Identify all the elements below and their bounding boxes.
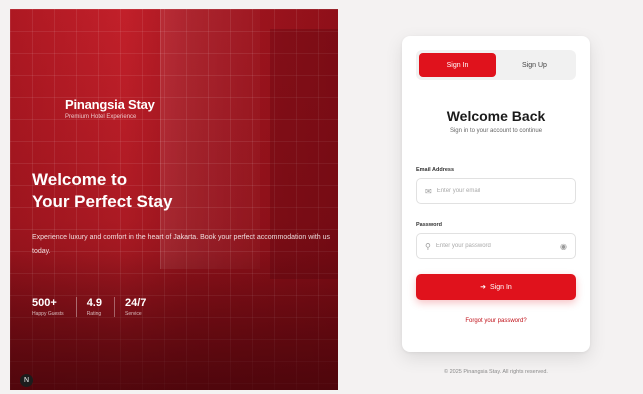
tab-sign-up[interactable]: Sign Up xyxy=(496,53,573,77)
hero-description: Experience luxury and comfort in the hea… xyxy=(32,234,331,255)
lock-icon: ⚲ xyxy=(425,241,431,251)
auth-title: Welcome Back xyxy=(446,108,546,124)
password-input[interactable] xyxy=(435,243,561,249)
building-tower xyxy=(160,9,260,269)
forgot-password-link[interactable]: Forgot your password? xyxy=(402,318,590,324)
brand-name: Pinangsia Stay xyxy=(65,97,155,112)
tab-sign-in[interactable]: Sign In xyxy=(419,53,496,77)
auth-card: Sign In Sign Up Welcome Back Sign in to … xyxy=(402,36,590,352)
stat-guests: 500+ Happy Guests xyxy=(32,297,77,317)
email-field[interactable]: ✉ xyxy=(416,178,576,204)
app-badge-icon[interactable]: N xyxy=(20,374,33,387)
password-field[interactable]: ⚲ ◉ xyxy=(416,233,576,259)
stat-value: 500+ xyxy=(32,297,57,309)
brand-tagline: Premium Hotel Experience xyxy=(65,114,137,120)
stat-value: 24/7 xyxy=(124,297,147,309)
stat-rating: 4.9 Rating xyxy=(87,297,115,317)
stat-value: 4.9 xyxy=(86,297,102,309)
eye-icon[interactable]: ◉ xyxy=(560,242,567,251)
hero-headline-line2: Your Perfect Stay xyxy=(32,192,173,211)
auth-tabs: Sign In Sign Up xyxy=(416,50,576,80)
hero-stats: 500+ Happy Guests 4.9 Rating 24/7 Servic… xyxy=(32,297,168,317)
hero-gradient-overlay xyxy=(10,250,338,390)
stat-label: Happy Guests xyxy=(32,311,64,317)
email-input[interactable] xyxy=(436,188,567,194)
sign-in-button-label: Sign In xyxy=(490,283,512,291)
hero-headline-line1: Welcome to xyxy=(32,170,128,189)
mail-icon: ✉ xyxy=(425,186,432,196)
hero-panel: Pinangsia Stay Premium Hotel Experience … xyxy=(10,9,338,390)
email-label: Email Address xyxy=(416,167,455,173)
sign-in-button[interactable]: ➜ Sign In xyxy=(416,274,576,300)
stat-label: Rating xyxy=(86,311,102,317)
footer-copyright: © 2025 Pinangsia Stay. All rights reserv… xyxy=(444,369,548,375)
stat-service: 24/7 Service xyxy=(125,297,158,317)
login-icon: ➜ xyxy=(480,284,487,291)
hero-headline: Welcome to Your Perfect Stay xyxy=(32,169,172,213)
auth-subtitle: Sign in to your account to continue xyxy=(449,128,543,134)
brand-block: Pinangsia Stay Premium Hotel Experience xyxy=(65,97,155,120)
password-label: Password xyxy=(416,222,442,228)
stat-label: Service xyxy=(124,311,142,317)
